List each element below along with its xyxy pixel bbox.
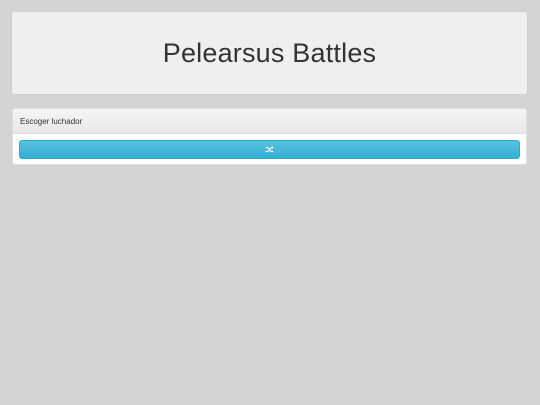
shuffle-icon — [265, 146, 274, 153]
random-fighter-button[interactable] — [19, 140, 520, 159]
panel-body — [13, 134, 526, 159]
page-title: Pelearsus Battles — [162, 37, 377, 68]
panel-heading-label: Escoger luchador — [20, 116, 83, 126]
header-panel: Pelearsus Battles — [12, 12, 527, 94]
panel-heading: Escoger luchador — [13, 109, 526, 134]
fighter-panel: Escoger luchador — [12, 108, 527, 165]
